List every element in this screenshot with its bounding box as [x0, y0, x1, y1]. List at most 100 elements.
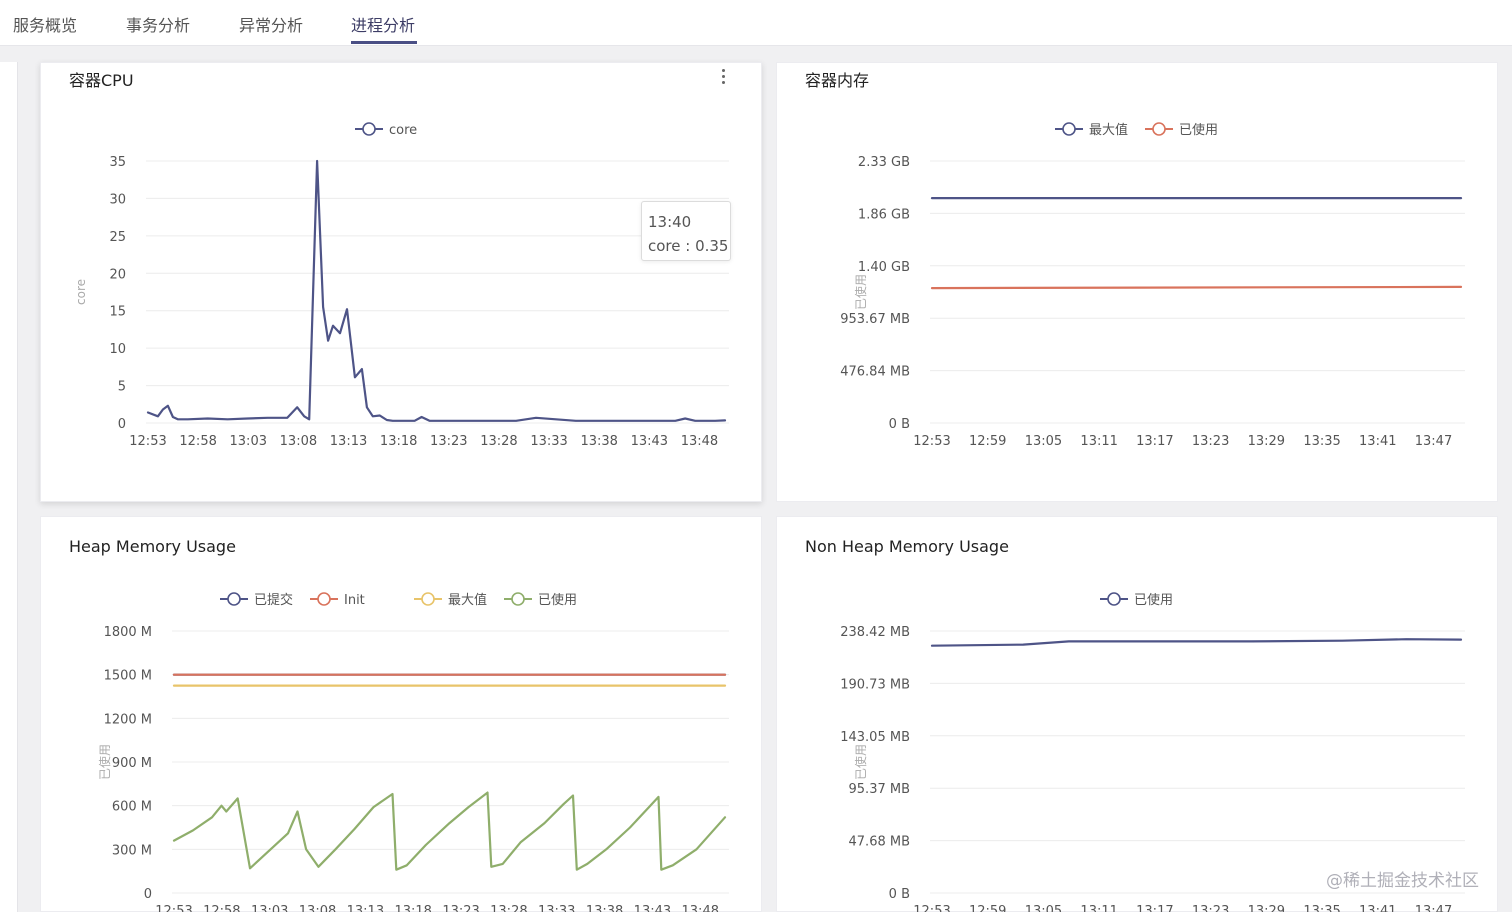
y-tick-label: 1.86 GB — [858, 207, 910, 222]
legend-marker — [1107, 592, 1121, 606]
x-tick-label: 13:23 — [442, 904, 479, 912]
y-tick-label: 600 M — [112, 800, 152, 815]
y-axis-label: core — [74, 279, 88, 305]
legend-item[interactable]: core — [355, 122, 417, 138]
x-tick-label: 12:58 — [203, 904, 240, 912]
legend-item[interactable]: 已使用 — [1145, 122, 1218, 138]
non-heap-memory-chart: 0 B 47.68 MB 95.37 MB 143.05 MB 190.73 MB 238… — [840, 592, 1465, 912]
legend-item[interactable]: 已提交 — [220, 592, 293, 608]
y-tick-label: 0 — [144, 887, 152, 902]
non-heap-memory-panel: Non Heap Memory Usage 0 B 47.68 MB 95.37 M… — [776, 516, 1498, 912]
y-tick-label: 1500 M — [104, 669, 152, 684]
y-tick-label: 953.67 MB — [840, 312, 910, 327]
legend-label: 已使用 — [538, 592, 577, 608]
x-tick-label: 13:48 — [682, 904, 719, 912]
y-tick-label: 1.40 GB — [858, 260, 910, 275]
y-tick-label: 35 — [109, 155, 126, 170]
x-tick-label: 13:03 — [251, 904, 288, 912]
x-tick-label: 13:11 — [1080, 904, 1117, 912]
active-tab-indicator — [351, 41, 417, 44]
x-tick-label: 13:17 — [1136, 434, 1173, 449]
legend-label: 已提交 — [254, 592, 293, 608]
x-tick-label: 13:13 — [347, 904, 384, 912]
y-tick-label: 25 — [109, 230, 126, 245]
x-tick-label: 13:48 — [681, 434, 718, 449]
x-tick-label: 13:11 — [1080, 434, 1117, 449]
y-tick-label: 1800 M — [104, 625, 152, 640]
x-tick-label: 13:35 — [1303, 904, 1340, 912]
x-tick-label: 13:33 — [530, 434, 567, 449]
legend-marker — [511, 592, 525, 606]
x-tick-label: 13:47 — [1415, 434, 1452, 449]
y-tick-label: 47.68 MB — [849, 835, 910, 850]
x-tick-label: 12:59 — [969, 434, 1006, 449]
series-line — [146, 159, 727, 422]
y-axis-label: 已使用 — [853, 274, 868, 310]
x-tick-label: 12:53 — [129, 434, 166, 449]
tab-service-overview[interactable]: 服务概览 — [13, 12, 77, 36]
legend-label: core — [389, 123, 417, 138]
left-side-strip — [0, 62, 18, 912]
y-axis-label: 已使用 — [853, 744, 868, 780]
y-tick-label: 0 B — [889, 887, 910, 902]
x-tick-label: 13:05 — [1025, 904, 1062, 912]
tab-transaction-analysis[interactable]: 事务分析 — [126, 12, 190, 36]
x-tick-label: 13:23 — [430, 434, 467, 449]
x-tick-label: 13:08 — [280, 434, 317, 449]
legend-item[interactable]: 已使用 — [1100, 592, 1173, 608]
x-tick-label: 13:18 — [394, 904, 431, 912]
y-tick-label: 10 — [109, 342, 126, 357]
tab-process-analysis[interactable]: 进程分析 — [351, 12, 415, 36]
x-tick-label: 13:23 — [1192, 904, 1229, 912]
container-cpu-panel: 容器CPU 0 5 10 15 20 25 30 35 12:53 12:58 13:03 13:08… — [40, 62, 762, 502]
legend-marker — [362, 122, 376, 136]
x-tick-label: 13:38 — [580, 434, 617, 449]
y-tick-label: 900 M — [112, 756, 152, 771]
y-tick-label: 143.05 MB — [840, 730, 910, 745]
tab-exception-analysis[interactable]: 异常分析 — [239, 12, 303, 36]
legend-label: 最大值 — [1089, 122, 1128, 138]
x-tick-label: 13:17 — [1136, 904, 1173, 912]
y-tick-label: 30 — [109, 192, 126, 207]
cpu-chart: 0 5 10 15 20 25 30 35 12:53 12:58 13:03 13:08 13:13 1… — [74, 122, 729, 449]
memory-chart: 0 B 476.84 MB 953.67 MB 1.40 GB 1.86 GB 2.33 … — [840, 122, 1465, 449]
x-tick-label: 13:18 — [380, 434, 417, 449]
heap-memory-chart: 0 300 M 600 M 900 M 1200 M 1500 M 1800 M 12:53 1… — [97, 592, 729, 912]
y-tick-label: 5 — [118, 380, 126, 395]
legend-marker — [227, 592, 241, 606]
x-tick-label: 13:23 — [1192, 434, 1229, 449]
legend-label: 已使用 — [1179, 122, 1218, 138]
x-tick-label: 12:53 — [913, 434, 950, 449]
y-tick-label: 2.33 GB — [858, 155, 910, 170]
y-tick-label: 300 M — [112, 843, 152, 858]
legend-item[interactable]: Init — [310, 592, 365, 608]
x-tick-label: 13:43 — [634, 904, 671, 912]
x-tick-label: 13:33 — [538, 904, 575, 912]
series-line — [172, 791, 727, 871]
legend-label: Init — [344, 593, 365, 608]
chart-tooltip: 13:40 core : 0.35 — [641, 201, 731, 261]
x-tick-label: 13:29 — [1248, 434, 1285, 449]
legend-item[interactable]: 已使用 — [504, 592, 577, 608]
series-line — [930, 638, 1463, 647]
x-tick-label: 13:38 — [586, 904, 623, 912]
x-tick-label: 12:59 — [969, 904, 1006, 912]
x-tick-label: 13:28 — [490, 904, 527, 912]
tooltip-time: 13:40 — [648, 213, 692, 231]
legend-marker — [1062, 122, 1076, 136]
container-memory-panel: 容器内存 0 B 476.84 MB 953.67 MB 1.40 GB 1.86 GB… — [776, 62, 1498, 502]
x-tick-label: 13:28 — [480, 434, 517, 449]
tooltip-value: core : 0.35 — [648, 237, 729, 255]
legend-item[interactable]: 最大值 — [1055, 122, 1128, 138]
x-tick-label: 13:13 — [330, 434, 367, 449]
x-tick-label: 12:53 — [913, 904, 950, 912]
x-tick-label: 13:47 — [1415, 904, 1452, 912]
series-line — [930, 285, 1463, 290]
x-tick-label: 13:08 — [299, 904, 336, 912]
x-tick-label: 13:41 — [1359, 904, 1396, 912]
legend-item[interactable]: 最大值 — [414, 592, 487, 608]
x-tick-label: 13:35 — [1303, 434, 1340, 449]
tab-bar: 服务概览 事务分析 异常分析 进程分析 — [0, 0, 1512, 46]
x-tick-label: 12:53 — [155, 904, 192, 912]
y-tick-label: 0 B — [889, 417, 910, 432]
